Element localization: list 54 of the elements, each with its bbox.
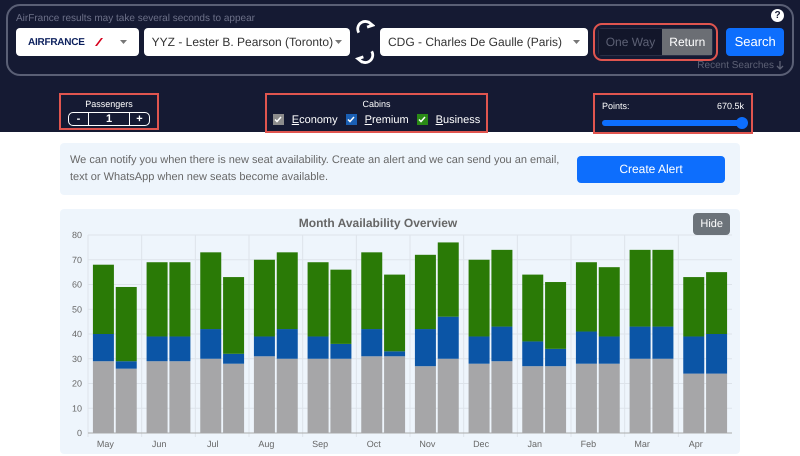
x-tick-label: Jun (152, 439, 166, 449)
caret-icon (572, 40, 580, 44)
notice-text: AirFrance results may take several seconds to appear (16, 12, 255, 25)
hide-button[interactable]: Hide (693, 213, 730, 235)
airline-logo-icon (92, 38, 103, 46)
passengers-label: Passengers (85, 98, 133, 111)
chart-title: Month Availability Overview (298, 216, 458, 230)
cabin-checkbox[interactable] (346, 114, 357, 126)
decrement-button[interactable]: - (69, 112, 89, 124)
caret-icon (120, 40, 127, 44)
down-arrow-icon (776, 61, 784, 70)
y-tick-label: 50 (72, 304, 82, 314)
y-tick-label: 70 (72, 254, 82, 265)
x-tick-label: Sep (312, 439, 328, 449)
x-tick-label: Jul (207, 439, 218, 449)
x-tick-label: Nov (419, 439, 436, 449)
x-tick-label: Oct (366, 439, 381, 449)
x-tick-label: May (96, 439, 114, 449)
y-tick-label: 0 (76, 428, 82, 438)
y-tick-label: 80 (72, 230, 82, 240)
cabin-checkbox[interactable] (416, 114, 428, 126)
search-button[interactable]: Search (726, 28, 784, 56)
x-tick-label: Feb (580, 439, 596, 449)
airline-select[interactable]: AIRFRANCE (16, 28, 139, 56)
x-tick-label: Mar (634, 439, 650, 449)
increment-button[interactable]: + (129, 112, 149, 124)
destination-select[interactable]: CDG - Charles De Gaulle (Paris) (380, 28, 588, 56)
cabins-label: Cabins (362, 98, 390, 111)
help-icon[interactable]: ? (771, 9, 784, 22)
trip-type-tab[interactable]: Return (662, 29, 712, 55)
slider-thumb[interactable] (736, 116, 748, 128)
alert-text: We can notify you when there is new seat availability. Create an alert and we can send you an email, text or WhatsApp when new seats become available. (70, 153, 560, 185)
y-tick-label: 10 (72, 403, 82, 414)
x-tick-label: Dec (473, 439, 490, 449)
origin-select[interactable]: YYZ - Lester B. Pearson (Toronto) (144, 28, 350, 56)
cabin-label: Economy (292, 112, 338, 128)
points-label: Points: (602, 100, 630, 113)
x-tick-label: Aug (258, 439, 274, 449)
y-tick-label: 60 (72, 280, 82, 290)
passenger-count: 1 (104, 112, 114, 124)
cabin-label: Business (436, 112, 480, 128)
create-alert-button[interactable]: Create Alert (577, 156, 725, 182)
y-tick-label: 20 (72, 378, 82, 388)
cabin-label: Premium (364, 112, 409, 128)
points-reading: 670.5k (716, 100, 744, 113)
y-tick-label: 30 (72, 354, 82, 364)
x-tick-label: Apr (688, 439, 703, 449)
y-tick-label: 40 (72, 329, 82, 339)
x-tick-label: Jan (528, 439, 542, 449)
caret-icon (334, 40, 342, 44)
cabin-checkbox[interactable] (272, 114, 284, 126)
check-icon (418, 116, 426, 124)
check-icon (274, 116, 282, 124)
check-icon (347, 116, 356, 124)
